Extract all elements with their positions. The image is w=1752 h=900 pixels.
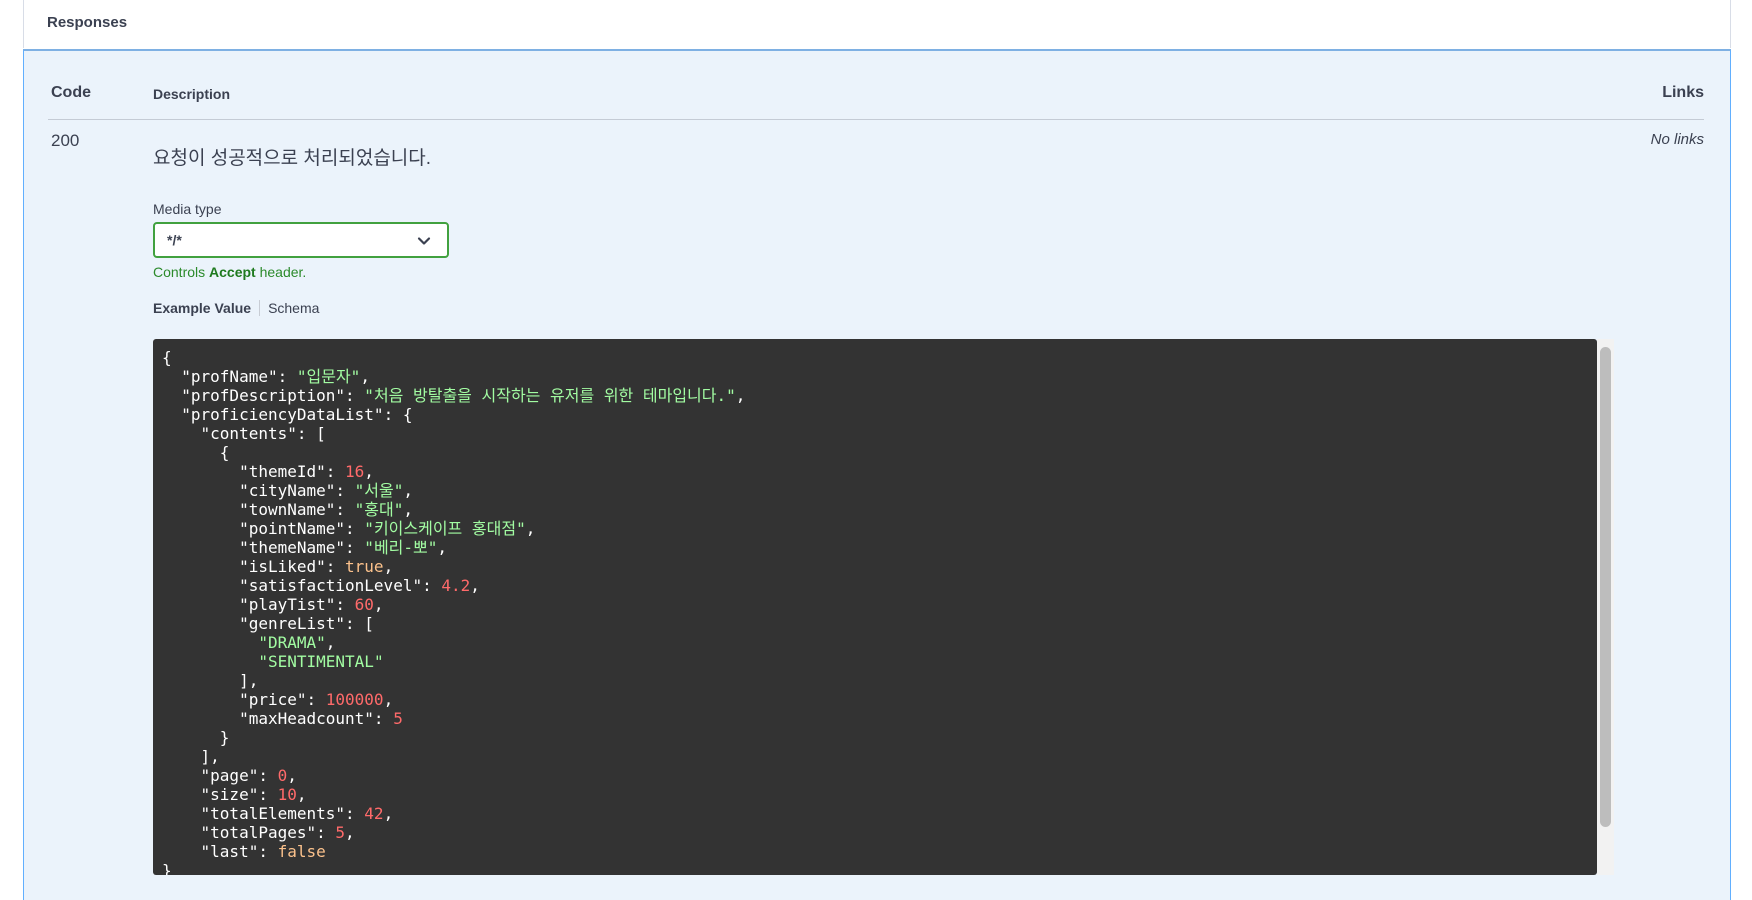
- responses-title: Responses: [47, 14, 128, 31]
- val-genre2: SENTIMENTAL: [267, 652, 374, 671]
- val-genre1: DRAMA: [267, 633, 317, 652]
- val-themeName: 베리-뽀: [373, 538, 428, 557]
- responses-section: Responses Code Description Links 200 요청이…: [23, 0, 1731, 900]
- json-code: { "profName": "입문자", "profDescription": …: [162, 348, 746, 875]
- note-accept: Accept: [209, 264, 256, 280]
- val-totalPages: 5: [335, 823, 346, 842]
- val-page: 0: [277, 766, 288, 785]
- header-divider: [48, 119, 1704, 120]
- val-totalElements: 42: [364, 804, 384, 823]
- val-pointName: 키이스케이프 홍대점: [373, 519, 517, 538]
- note-suffix: header.: [255, 264, 307, 280]
- val-price: 100000: [325, 690, 384, 709]
- response-links: No links: [1650, 131, 1704, 148]
- responses-table: Code Description Links 200 요청이 성공적으로 처리되…: [23, 49, 1731, 900]
- responses-header: Responses: [23, 0, 1731, 48]
- media-type-select[interactable]: */*: [153, 222, 449, 258]
- tab-example-value[interactable]: Example Value: [153, 300, 261, 316]
- val-profName: 입문자: [306, 367, 351, 386]
- example-value-code[interactable]: { "profName": "입문자", "profDescription": …: [153, 339, 1597, 875]
- val-playTist: 60: [354, 595, 374, 614]
- val-last: false: [277, 842, 326, 861]
- val-size: 10: [277, 785, 297, 804]
- val-cityName: 서울: [364, 481, 394, 500]
- val-isLiked: true: [345, 557, 384, 576]
- controls-accept-note: Controls Accept header.: [153, 264, 306, 280]
- val-themeId: 16: [345, 462, 365, 481]
- example-tabs: Example Value Schema: [153, 300, 319, 316]
- col-header-links: Links: [1662, 84, 1704, 101]
- chevron-down-icon: [417, 237, 431, 245]
- note-prefix: Controls: [153, 264, 210, 280]
- code-scrollbar-thumb[interactable]: [1600, 347, 1611, 827]
- response-description: 요청이 성공적으로 처리되었습니다.: [153, 148, 432, 169]
- val-townName: 홍대: [364, 500, 394, 519]
- val-satisfactionLevel: 4.2: [441, 576, 471, 595]
- media-type-value: */*: [167, 232, 182, 248]
- code-scrollbar[interactable]: [1597, 339, 1614, 875]
- media-type-label: Media type: [153, 201, 222, 217]
- col-header-code: Code: [51, 84, 91, 101]
- col-header-description: Description: [153, 86, 231, 102]
- response-code: 200: [51, 131, 80, 150]
- val-maxHeadcount: 5: [393, 709, 403, 728]
- tab-schema[interactable]: Schema: [260, 300, 319, 316]
- val-profDescription: 처음 방탈출을 시작하는 유저를 위한 테마입니다.: [373, 386, 727, 405]
